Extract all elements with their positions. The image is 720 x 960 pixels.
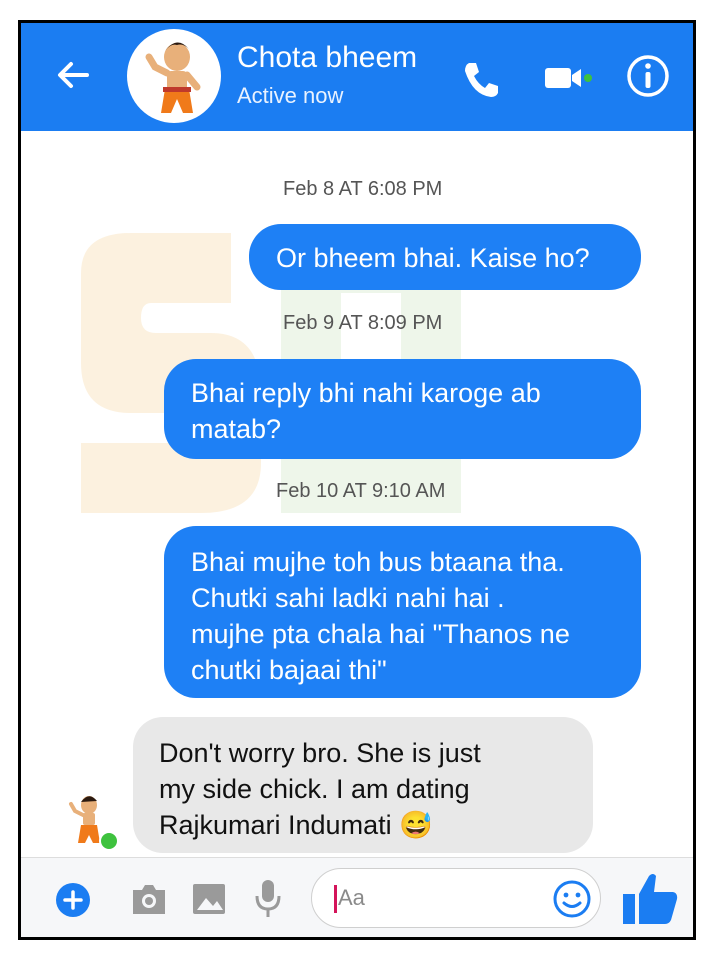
thumbs-up-icon[interactable] — [621, 870, 679, 928]
composer-bar: Aa — [21, 857, 693, 937]
timestamp: Feb 10 AT 9:10 AM — [276, 480, 446, 502]
messenger-screen: Chota bheem Active now Feb 8 AT 6:08 PM … — [18, 20, 696, 940]
message-input[interactable]: Aa — [311, 868, 601, 928]
back-arrow-icon[interactable] — [53, 55, 93, 95]
contact-avatar[interactable] — [127, 29, 221, 123]
camera-icon[interactable] — [129, 880, 169, 918]
contact-status: Active now — [237, 83, 344, 108]
gallery-icon[interactable] — [191, 882, 227, 916]
timestamp: Feb 8 AT 6:08 PM — [283, 178, 443, 200]
outgoing-message[interactable]: Bhai reply bhi nahi karoge ab matab? — [164, 359, 641, 459]
outgoing-message[interactable]: Bhai mujhe toh bus btaana tha. Chutki sa… — [164, 526, 641, 698]
cartoon-boy-illustration — [145, 42, 201, 113]
microphone-icon[interactable] — [253, 878, 283, 920]
text-cursor — [334, 885, 337, 913]
video-call-icon[interactable] — [543, 61, 593, 95]
contact-name[interactable]: Chota bheem — [237, 41, 417, 75]
outgoing-message[interactable]: Or bheem bhai. Kaise ho? — [249, 224, 641, 290]
timestamp: Feb 9 AT 8:09 PM — [283, 312, 443, 334]
chat-header: Chota bheem Active now — [21, 23, 693, 131]
emoji-icon[interactable] — [552, 879, 592, 919]
online-indicator — [99, 831, 119, 851]
phone-icon[interactable] — [459, 57, 503, 101]
plus-icon[interactable] — [55, 882, 91, 918]
info-icon[interactable] — [625, 53, 671, 99]
message-input-placeholder: Aa — [338, 885, 365, 910]
incoming-message[interactable]: Don't worry bro. She is just my side chi… — [133, 717, 593, 853]
